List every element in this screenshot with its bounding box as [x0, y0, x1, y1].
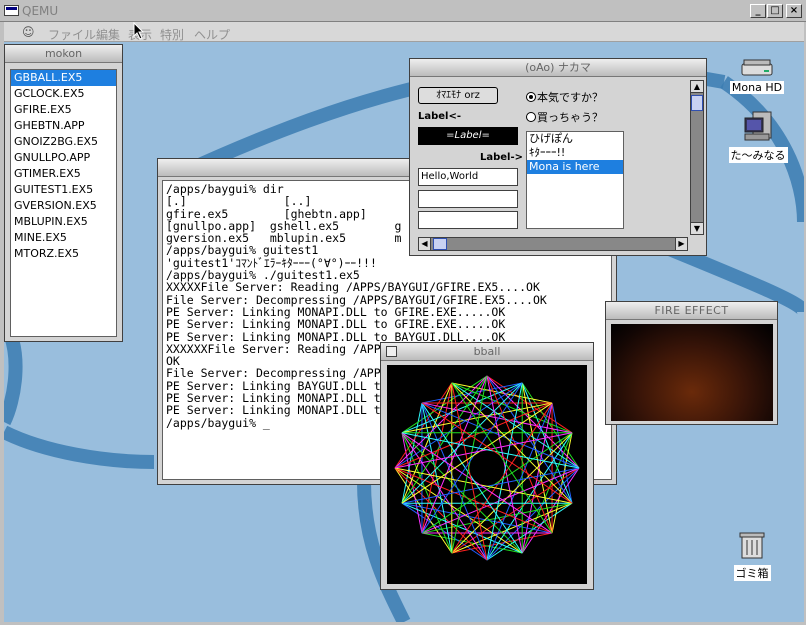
bball-line: [486, 467, 580, 561]
text-field-3[interactable]: [418, 211, 518, 229]
mokon-file-item[interactable]: GFIRE.EX5: [11, 102, 116, 118]
hscroll-thumb[interactable]: [433, 238, 447, 250]
mokon-title[interactable]: mokon: [5, 45, 122, 63]
bball-line: [394, 467, 488, 561]
vertical-scrollbar[interactable]: ▲ ▼: [690, 80, 704, 235]
bball-title: bball: [473, 345, 501, 358]
mokon-file-item[interactable]: MTORZ.EX5: [11, 246, 116, 262]
menu-file[interactable]: ファイル: [48, 26, 96, 43]
terminal-desktop-label: た～みなる: [728, 147, 788, 163]
bball-titlebar[interactable]: bball: [381, 343, 593, 361]
scroll-thumb[interactable]: [691, 95, 703, 111]
terminal-line: PE Server: Linking MONAPI.DLL to GFIRE.E…: [166, 317, 506, 332]
nakama-list-item[interactable]: Mona is here: [527, 160, 623, 174]
terminal-desktop-icon[interactable]: た～みなる: [720, 110, 796, 163]
mokon-file-item[interactable]: MINE.EX5: [11, 230, 116, 246]
qemu-app-icon[interactable]: [4, 5, 19, 16]
mona-hd-icon-container[interactable]: Mona HD: [722, 58, 792, 94]
mokon-window: mokon GBBALL.EX5 GCLOCK.EX5 GFIRE.EX5 GHEBT…: [4, 44, 123, 342]
menubar: ☺ ファイル 編集 表示 特別 ヘルプ: [4, 22, 804, 42]
mokon-file-item[interactable]: GNULLPO.APP: [11, 150, 116, 166]
mokon-file-item[interactable]: GVERSION.EX5: [11, 198, 116, 214]
scroll-right-icon[interactable]: ▶: [675, 238, 687, 250]
minimize-button[interactable]: _: [750, 4, 766, 18]
bball-line: [394, 375, 488, 469]
close-button[interactable]: ×: [786, 4, 802, 18]
scroll-up-icon[interactable]: ▲: [691, 81, 703, 93]
bball-window: bball: [380, 342, 594, 590]
nakama-list[interactable]: ひげぽん ｷﾀｰｰｰ!! Mona is here: [526, 131, 624, 229]
menu-special[interactable]: 特別: [160, 26, 184, 43]
radio-on-icon: [526, 92, 536, 102]
mokon-file-item[interactable]: GCLOCK.EX5: [11, 86, 116, 102]
scroll-left-icon[interactable]: ◀: [419, 238, 431, 250]
bball-drawing: [394, 375, 580, 561]
trash-label: ゴミ箱: [733, 565, 771, 581]
bball-line: [486, 375, 580, 469]
guest-screen: ☺ ファイル 編集 表示 特別 ヘルプ mokon GBBALL.EX5GCLO…: [4, 22, 804, 622]
radio-honki[interactable]: 本気ですか？: [526, 89, 603, 105]
bball-close-icon[interactable]: [386, 346, 397, 357]
mona-hd-label: Mona HD: [729, 81, 785, 94]
label-right: Label->: [480, 152, 524, 163]
label-left: Label<-: [418, 111, 462, 122]
horizontal-scrollbar[interactable]: ◀ ▶: [418, 237, 688, 251]
qemu-title: QEMU: [22, 4, 59, 18]
mokon-file-item[interactable]: MBLUPIN.EX5: [11, 214, 116, 230]
mokon-file-item[interactable]: GNOIZ2BG.EX5: [11, 134, 116, 150]
menu-edit[interactable]: 編集: [96, 26, 120, 43]
scroll-down-icon[interactable]: ▼: [691, 222, 703, 234]
nakama-title[interactable]: (oAo) ナカマ: [410, 59, 706, 77]
menu-help[interactable]: ヘルプ: [194, 26, 230, 43]
nakama-list-item[interactable]: ｷﾀｰｰｰ!!: [527, 146, 623, 160]
mokon-file-item[interactable]: GBBALL.EX5: [11, 70, 116, 86]
bball-canvas: [387, 365, 587, 584]
mouse-cursor-icon: [133, 22, 145, 40]
qemu-titlebar: QEMU _ □ ×: [0, 0, 806, 22]
radio-kaccyau[interactable]: 買っちゃう？: [526, 109, 603, 125]
fire-effect-canvas: [611, 324, 773, 421]
trash-icon: [739, 532, 765, 559]
trash-desktop-icon[interactable]: ゴミ箱: [722, 530, 782, 581]
hard-disk-icon: [741, 59, 773, 76]
label-inverted: =Label=: [418, 127, 518, 145]
mokon-file-item[interactable]: GUITEST1.EX5: [11, 182, 116, 198]
omaemona-button[interactable]: ｵﾏｴﾓﾅ orz: [418, 87, 498, 104]
mona-logo-icon[interactable]: ☺: [22, 25, 38, 39]
nakama-window: (oAo) ナカマ ｵﾏｴﾓﾅ orz Label<- =Label= Labe…: [409, 58, 707, 256]
terminal-line: PE Server: Linking MONAPI.DLL to BAYGUI.…: [166, 329, 506, 344]
fire-effect-title[interactable]: FIRE EFFECT: [606, 302, 777, 320]
fire-effect-window: FIRE EFFECT: [605, 301, 778, 425]
terminal-line: XXXXXFile Server: Reading /APPS/BAYGUI/G…: [166, 280, 540, 295]
nakama-list-item[interactable]: ひげぽん: [527, 132, 623, 146]
radio-off-icon: [526, 112, 536, 122]
text-field-2[interactable]: [418, 190, 518, 208]
mokon-file-item[interactable]: GHEBTN.APP: [11, 118, 116, 134]
mokon-file-item[interactable]: GTIMER.EX5: [11, 166, 116, 182]
hello-world-field[interactable]: Hello,World: [418, 168, 518, 186]
terminal-icon: [744, 111, 772, 141]
mokon-file-list[interactable]: GBBALL.EX5 GCLOCK.EX5 GFIRE.EX5 GHEBTN.APP G…: [10, 69, 117, 337]
maximize-button[interactable]: □: [767, 4, 783, 18]
